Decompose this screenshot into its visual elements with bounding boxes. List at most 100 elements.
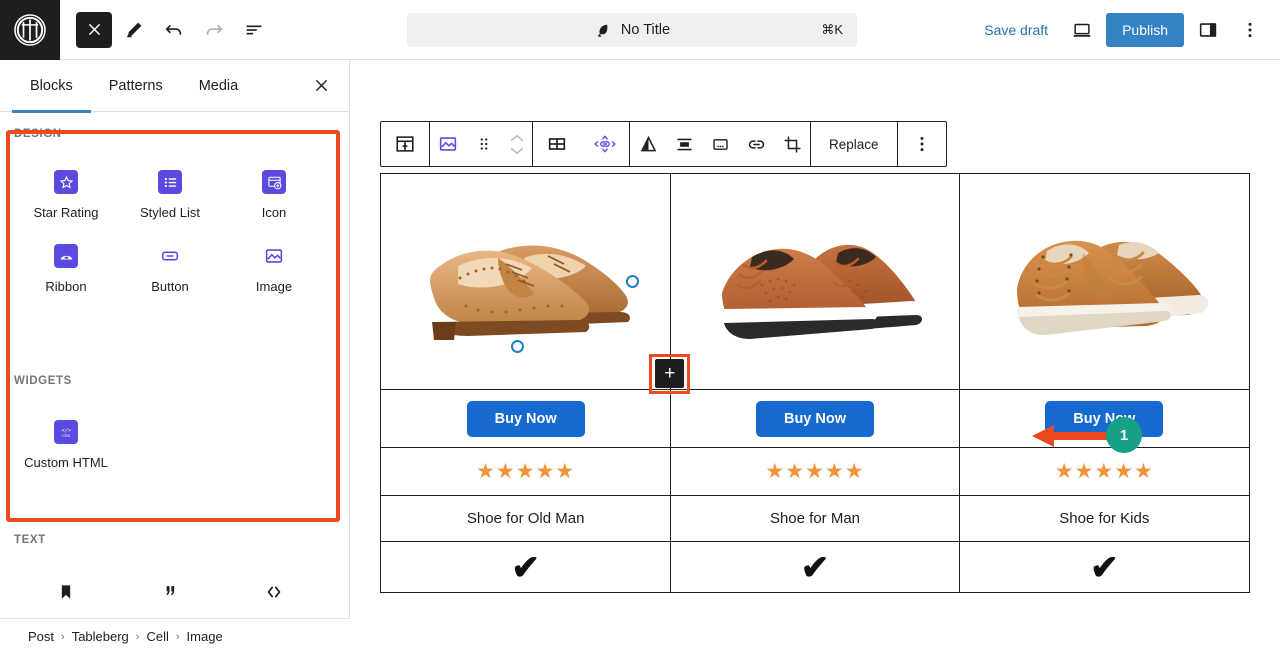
tab-media[interactable]: Media <box>181 60 257 112</box>
product-image-3[interactable] <box>960 174 1249 389</box>
star-rating-2: ★★★★★ <box>765 460 865 483</box>
block-grid-text <box>14 572 326 623</box>
toolbar-group-more <box>898 122 946 166</box>
checkmark-icon-2: ✔ <box>800 548 830 587</box>
table-cell-check-1: ✔ <box>381 542 670 593</box>
command-bar-title: No Title <box>620 22 671 38</box>
block-item-custom-html[interactable]: </> HTML Custom HTML <box>14 412 118 478</box>
breadcrumb-separator: › <box>175 630 180 643</box>
custom-html-icon: </> HTML <box>54 420 78 444</box>
table-block-icon[interactable] <box>381 122 429 166</box>
align-icon[interactable] <box>666 122 702 166</box>
sidebar-panel-icon[interactable] <box>1190 12 1226 48</box>
table-cell-image-1[interactable]: + <box>381 174 691 394</box>
breadcrumb-item-image[interactable]: Image <box>187 629 223 644</box>
category-title-design: DESIGN <box>14 128 62 140</box>
drag-handle-icon[interactable] <box>466 122 502 166</box>
buy-now-button-2[interactable]: Buy Now <box>755 400 874 437</box>
quote-icon <box>158 580 182 604</box>
block-inserter-sidebar: Blocks Patterns Media DESIGN Star Rating <box>0 60 350 654</box>
feather-icon <box>594 22 611 39</box>
category-title-widgets: WIDGETS <box>14 375 72 387</box>
svg-text:</>: </> <box>61 427 72 433</box>
command-bar[interactable]: No Title ⌘K <box>407 13 857 47</box>
redo-icon[interactable] <box>196 12 232 48</box>
checkmark-icon-1: ✔ <box>511 548 540 587</box>
block-item-paragraph[interactable] <box>14 572 118 623</box>
tab-patterns[interactable]: Patterns <box>91 60 181 112</box>
breadcrumb-item-cell[interactable]: Cell <box>146 629 168 644</box>
close-editor-button[interactable] <box>76 11 112 48</box>
block-item-image[interactable]: Image <box>222 236 326 302</box>
replace-button[interactable]: Replace <box>811 137 897 152</box>
command-bar-shortcut: ⌘K <box>821 22 843 37</box>
pencil-edit-icon[interactable] <box>116 12 152 48</box>
table-cell-buy-2: Buy Now <box>670 390 959 447</box>
document-outline-icon[interactable] <box>236 12 272 48</box>
table-cell-image-2[interactable] <box>670 174 959 389</box>
block-item-star-rating[interactable]: Star Rating <box>14 162 118 228</box>
icon-block-icon <box>262 170 286 194</box>
save-draft-button[interactable]: Save draft <box>974 14 1058 46</box>
table-cell-name-2: Shoe for Man <box>670 496 959 541</box>
block-item-icon[interactable]: Icon <box>222 162 326 228</box>
resize-cell-icon[interactable] <box>581 122 629 166</box>
caption-icon[interactable] <box>702 122 738 166</box>
block-label: Image <box>255 279 293 294</box>
block-label: Styled List <box>140 205 200 220</box>
publish-button[interactable]: Publish <box>1106 13 1184 47</box>
product-image-2[interactable] <box>670 174 959 389</box>
top-bar-actions: Save draft Publish <box>974 0 1268 60</box>
undo-icon[interactable] <box>156 12 192 48</box>
table-cell-image-3[interactable] <box>960 174 1249 389</box>
block-item-quote[interactable] <box>118 572 222 623</box>
block-label: Ribbon <box>45 279 87 294</box>
table-row-images: + <box>381 174 1249 394</box>
star-rating-3: ★★★★★ <box>1054 460 1154 483</box>
block-item-ribbon[interactable]: Ribbon <box>14 236 118 302</box>
block-item-code[interactable] <box>222 572 326 623</box>
filter-duotone-icon[interactable] <box>630 122 666 166</box>
tab-blocks[interactable]: Blocks <box>12 60 91 113</box>
wordpress-logo-icon[interactable] <box>0 0 60 60</box>
crop-icon[interactable] <box>774 122 810 166</box>
block-grid-widgets: </> HTML Custom HTML <box>14 412 326 478</box>
toolbar-group-replace: Replace <box>811 122 898 166</box>
block-toolbar: Replace <box>380 121 947 167</box>
svg-text:HTML: HTML <box>62 434 71 438</box>
block-list-scroll: DESIGN Star Rating Styled List Icon Ribb… <box>0 112 349 654</box>
paragraph-bookmark-icon <box>54 580 78 604</box>
table-cell-check-3: ✔ <box>960 542 1249 593</box>
breadcrumb-item-post[interactable]: Post <box>28 629 54 644</box>
top-bar-tools <box>60 11 272 48</box>
block-label: Star Rating <box>33 205 99 220</box>
more-vertical-icon[interactable] <box>1232 12 1268 48</box>
category-title-text: TEXT <box>14 534 46 546</box>
table-row-names: Shoe for Old Man Shoe for Man Shoe for K… <box>381 496 1249 541</box>
more-vertical-icon[interactable] <box>898 122 946 166</box>
close-inserter-button[interactable] <box>307 72 335 100</box>
block-item-styled-list[interactable]: Styled List <box>118 162 222 228</box>
breadcrumb-item-tableberg[interactable]: Tableberg <box>72 629 129 644</box>
image-block-icon[interactable] <box>430 122 466 166</box>
block-item-button[interactable]: Button <box>118 236 222 302</box>
table-grid-icon[interactable] <box>533 122 581 166</box>
wordpress-block-editor: No Title ⌘K Save draft Publish Blocks Pa… <box>0 0 1280 654</box>
table-cell-buy-1: Buy Now <box>381 390 670 447</box>
link-icon[interactable] <box>738 122 774 166</box>
buy-now-button-1[interactable]: Buy Now <box>466 400 585 437</box>
toolbar-group-block <box>430 122 533 166</box>
checkmark-icon-3: ✔ <box>1090 548 1119 587</box>
inserter-tabs: Blocks Patterns Media <box>0 60 349 113</box>
button-icon <box>158 244 182 268</box>
table-cell-name-1: Shoe for Old Man <box>381 496 670 541</box>
toolbar-group-image <box>630 122 811 166</box>
code-icon <box>262 580 286 604</box>
product-name-3: Shoe for Kids <box>1059 510 1150 527</box>
table-row-checks: ✔ ✔ ✔ <box>381 542 1249 593</box>
desktop-preview-icon[interactable] <box>1064 12 1100 48</box>
image-icon <box>262 244 286 268</box>
move-up-down-icon[interactable] <box>502 133 532 156</box>
breadcrumb: Post › Tableberg › Cell › Image <box>0 618 350 654</box>
table-cell-rating-1: ★★★★★ <box>381 448 670 495</box>
